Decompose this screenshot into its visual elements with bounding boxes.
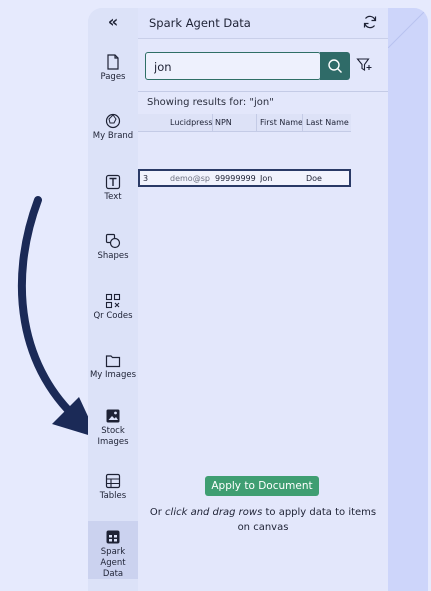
sidebar-item-stock-images[interactable]: Stock Images	[88, 408, 138, 448]
filter-icon[interactable]	[356, 57, 372, 73]
search-icon	[328, 59, 342, 73]
collapse-sidebar-button[interactable]: «	[88, 12, 138, 34]
sidebar-item-tables[interactable]: Tables	[88, 473, 138, 502]
sidebar-item-label: Spark Agent Data	[100, 547, 126, 579]
sidebar-item-qr-codes[interactable]: Qr Codes	[88, 293, 138, 322]
sidebar-item-pages[interactable]: Pages	[88, 54, 138, 83]
table-icon	[105, 473, 121, 489]
folder-icon	[105, 355, 121, 368]
sidebar-item-label: Text	[104, 192, 122, 202]
column-divider	[256, 114, 257, 131]
data-icon	[106, 530, 120, 544]
column-divider	[302, 114, 303, 131]
sidebar-item-label: Stock Images	[97, 426, 129, 447]
cell-lucidpress: demo@sp	[170, 174, 210, 183]
image-icon	[106, 409, 120, 423]
hint-emphasis: click and drag rows	[165, 507, 263, 518]
table-header: Lucidpress NPN First Name Last Name	[138, 114, 351, 132]
hint-prefix: Or	[149, 507, 166, 518]
cell-first-name: Jon	[260, 174, 273, 183]
sidebar-item-shapes[interactable]: Shapes	[88, 233, 138, 262]
sidebar-item-my-images[interactable]: My Images	[88, 354, 138, 381]
refresh-icon[interactable]	[362, 14, 378, 30]
pages-icon	[107, 54, 119, 70]
divider	[138, 91, 388, 92]
page-title: Spark Agent Data	[149, 16, 251, 30]
column-header-last-name[interactable]: Last Name	[306, 118, 351, 127]
search-button[interactable]	[320, 52, 350, 80]
sidebar-item-label: My Brand	[92, 131, 134, 141]
drag-hint: Or click and drag rows to apply data to …	[148, 505, 378, 535]
column-header-npn[interactable]: NPN	[215, 118, 255, 127]
search-input[interactable]	[152, 58, 316, 76]
column-header-lucidpress[interactable]: Lucidpress	[170, 118, 212, 127]
sidebar-item-label: Qr Codes	[93, 311, 133, 321]
sidebar-item-label: Pages	[100, 72, 126, 82]
sidebar-item-spark-agent-data[interactable]: Spark Agent Data	[88, 521, 138, 579]
data-panel: Showing results for: "jon" Lucidpress NP…	[138, 39, 388, 591]
palette-icon	[105, 113, 121, 129]
text-icon	[105, 174, 121, 190]
sidebar-item-label: Shapes	[97, 251, 129, 261]
column-header-first-name[interactable]: First Name	[260, 118, 302, 127]
sidebar-item-text[interactable]: Text	[88, 174, 138, 203]
search-field[interactable]	[145, 52, 321, 80]
shapes-icon	[105, 233, 121, 249]
table-row[interactable]: 3 demo@sp 99999999 Jon Doe	[138, 169, 351, 187]
sidebar-item-label: Tables	[99, 491, 127, 501]
cell-last-name: Doe	[306, 174, 322, 183]
panel-header: Spark Agent Data	[138, 8, 388, 39]
column-divider	[212, 114, 213, 131]
sidebar-item-label: My Images	[89, 370, 137, 380]
canvas-edge	[388, 8, 428, 591]
sidebar: « Pages My Brand Text Shapes Qr Codes My…	[88, 8, 139, 591]
qr-code-icon	[105, 293, 121, 309]
plugin-window: « Pages My Brand Text Shapes Qr Codes My…	[88, 8, 428, 591]
apply-to-document-button[interactable]: Apply to Document	[205, 476, 319, 496]
results-label: Showing results for: "jon"	[147, 97, 274, 108]
sidebar-item-my-brand[interactable]: My Brand	[88, 113, 138, 142]
row-index: 3	[143, 174, 149, 183]
main-panel: Spark Agent Data jon Showing results for…	[138, 8, 428, 591]
cell-npn: 99999999	[215, 174, 256, 183]
page-corner-fold	[388, 8, 428, 48]
